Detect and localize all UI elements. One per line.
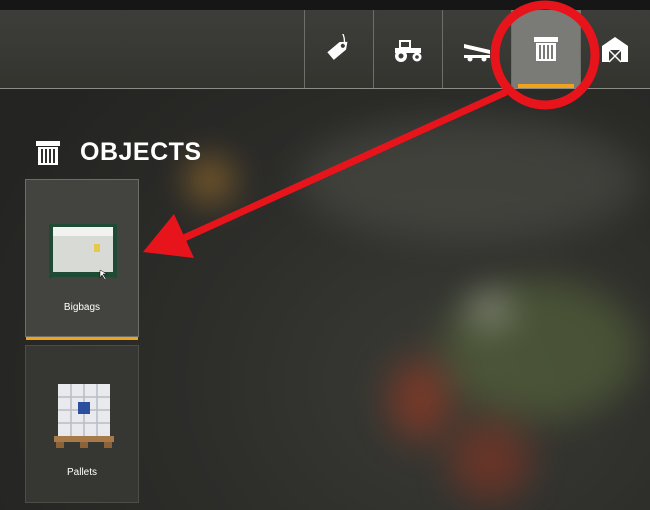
tab-buildings[interactable] [580,10,649,88]
section-title: OBJECTS [80,138,202,166]
tab-vehicles[interactable] [373,10,442,88]
selection-underline [26,337,138,340]
section-header: OBJECTS [34,138,202,167]
pallet-tank-icon [54,384,114,448]
item-label: Bigbags [63,302,101,313]
price-tag-icon [327,34,348,60]
item-card-bigbags[interactable]: Bigbags [25,179,139,340]
crate-icon [534,37,558,61]
item-label: Pallets [66,467,97,478]
tractor-icon [395,40,422,62]
trailer-icon [464,44,490,62]
item-card-pallets[interactable]: Pallets [25,345,139,503]
barn-icon [602,37,628,63]
category-tabs [304,10,649,88]
top-strip [0,0,650,10]
tab-tools[interactable] [442,10,511,88]
bigbag-icon [49,224,117,281]
tab-sell[interactable] [304,10,373,88]
tab-objects[interactable] [511,10,580,88]
crate-icon [36,140,60,165]
